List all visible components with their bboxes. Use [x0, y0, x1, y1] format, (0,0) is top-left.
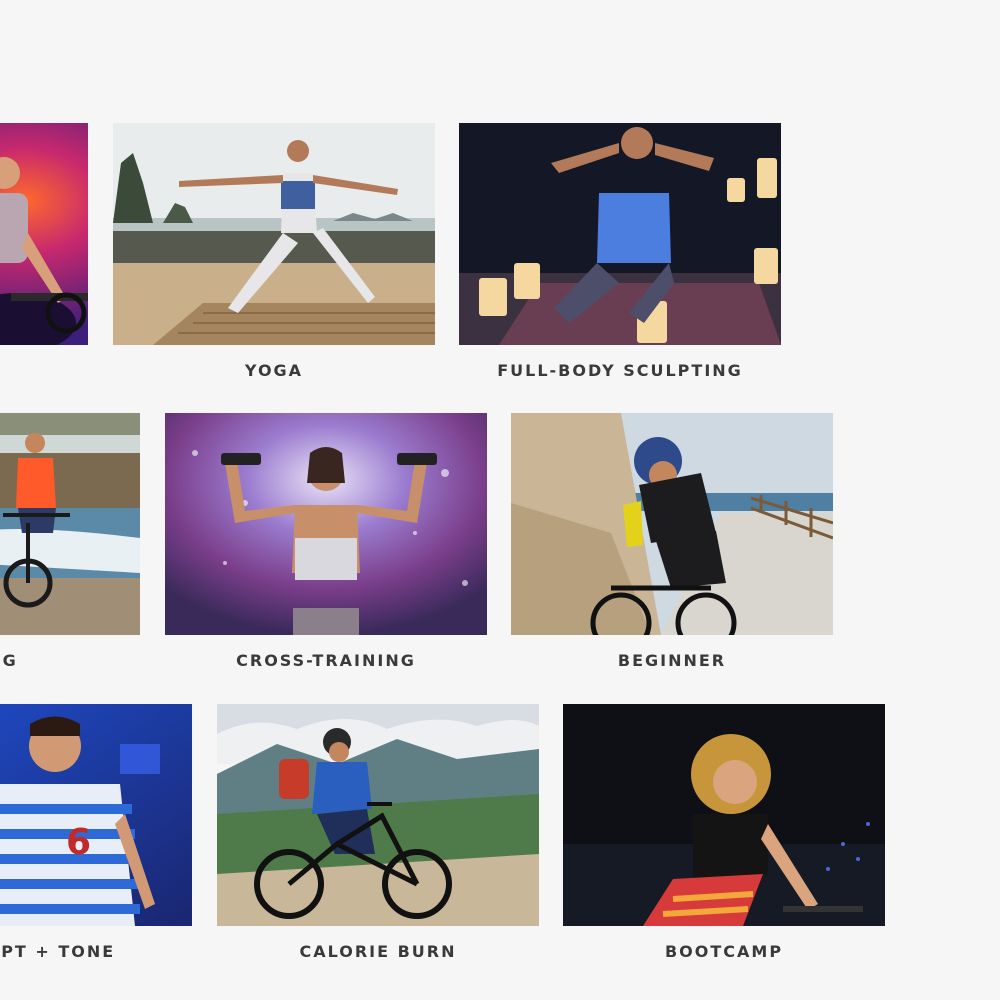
- class-card-label: YOGA: [244, 361, 304, 380]
- class-card-calorie-burn[interactable]: CALORIE BURN: [217, 704, 539, 961]
- studio-cycling-photo: [563, 704, 885, 926]
- class-card-sculpt-tone[interactable]: 6 SCULPT + TONE: [0, 704, 192, 961]
- class-card-label: FULL-BODY SCULPTING: [497, 361, 743, 380]
- beach-cycling-photo: [0, 413, 140, 635]
- stage-cycling-photo: 6: [0, 704, 192, 926]
- class-card-label: BOOTCAMP: [664, 942, 784, 961]
- class-card-cycling[interactable]: [0, 123, 88, 345]
- class-card-beginner[interactable]: BEGINNER: [511, 413, 833, 670]
- dumbbells-photo: [165, 413, 487, 635]
- class-card-cross-training[interactable]: CROSS-TRAINING: [165, 413, 487, 670]
- mountain-bike-photo: [217, 704, 539, 926]
- class-card-bootcamp[interactable]: BOOTCAMP: [563, 704, 885, 961]
- class-card-yoga[interactable]: YOGA: [113, 123, 435, 380]
- class-card-full-body-sculpting[interactable]: FULL-BODY SCULPTING: [459, 123, 781, 380]
- yoga-beach-photo: [113, 123, 435, 345]
- class-card-label: CROSS-TRAINING: [236, 651, 416, 670]
- class-category-grid: YOGA FULL-BODY SCULPTING G CROSS-TRAININ…: [0, 0, 1000, 1000]
- class-card-label: BEGINNER: [617, 651, 727, 670]
- road-cycling-photo: [511, 413, 833, 635]
- class-card-label: YCLING: [0, 651, 18, 670]
- svg-text:6: 6: [66, 822, 91, 863]
- sculpting-candles-photo: [459, 123, 781, 345]
- class-card-label: SCULPT + TONE: [0, 942, 116, 961]
- class-card-label: CALORIE BURN: [299, 942, 457, 961]
- class-card-cycling-beach[interactable]: YCLING: [0, 413, 140, 670]
- indoor-cycling-photo: [0, 123, 88, 345]
